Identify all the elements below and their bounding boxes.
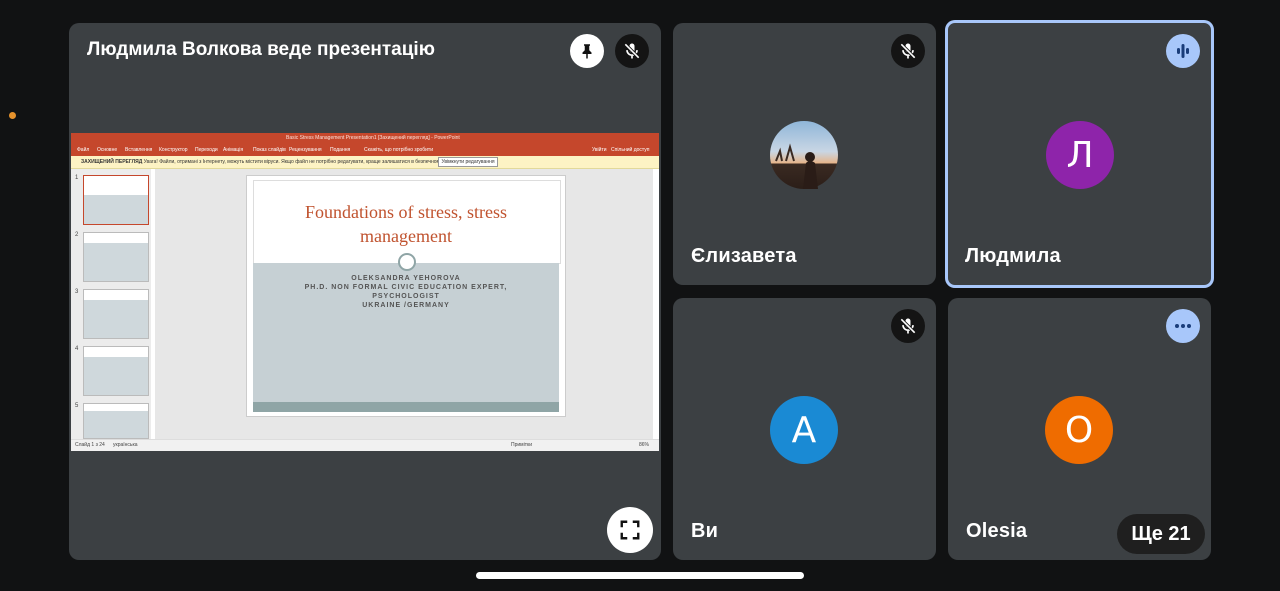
audio-level-icon <box>1177 44 1189 58</box>
silhouette-icon <box>775 143 818 189</box>
ppt-warning-label: ЗАХИЩЕНИЙ ПЕРЕГЛЯД <box>81 159 143 165</box>
ppt-language: українська <box>113 442 138 448</box>
subtitle-line: PH.D. NON FORMAL CIVIC EDUCATION EXPERT, <box>304 284 508 291</box>
participant-name: Єлизавета <box>691 245 797 267</box>
ppt-thumbnail-pane: 1 2 3 4 5 <box>71 169 151 439</box>
ppt-notes: Примітки <box>511 442 532 448</box>
ppt-warning-message: Увага! Файли, отримані з Інтернету, можу… <box>143 159 463 165</box>
slide-band <box>253 402 559 412</box>
slide-title: Foundations of stress, stress management <box>305 202 507 246</box>
ppt-ribbon-menu: Файл Основне Вставлення Конструктор Пере… <box>71 145 659 156</box>
fullscreen-icon <box>620 520 640 540</box>
participant-tile[interactable]: O Olesia Ще 21 <box>948 298 1211 560</box>
subtitle-line: PSYCHOLOGIST <box>372 293 440 300</box>
ppt-menu-item: Анімація <box>223 147 244 153</box>
thumb-number: 1 <box>75 175 79 181</box>
ppt-zoom: 86% <box>639 442 650 448</box>
thumb-number: 2 <box>75 232 79 238</box>
ppt-menu-item: Показ слайдів <box>253 147 286 153</box>
ppt-slide-canvas: Foundations of stress, stress management… <box>155 169 653 439</box>
ppt-warning-text: ЗАХИЩЕНИЙ ПЕРЕГЛЯД Увага! Файли, отриман… <box>81 159 463 165</box>
ppt-statusbar: Слайд 1 з 24 українська Примітки 86% <box>71 439 659 451</box>
participant-name: Людмила <box>965 245 1061 267</box>
ppt-titlebar: Basic Stress Management Presentation1 [З… <box>71 133 659 145</box>
participant-tile-self[interactable]: A Ви <box>673 298 936 560</box>
status-dot <box>9 112 16 119</box>
more-options-button[interactable] <box>1166 309 1200 343</box>
fullscreen-button[interactable] <box>607 507 653 553</box>
slide-thumbnail <box>83 175 149 225</box>
more-horiz-icon <box>1175 324 1191 328</box>
ppt-menu-item: Основне <box>97 147 118 153</box>
subtitle-line: UKRAINE /GERMANY <box>362 302 450 309</box>
presentation-tile[interactable]: Людмила Волкова веде презентацію Basic S… <box>69 23 661 560</box>
mic-off-icon <box>900 43 916 59</box>
slide-thumbnail <box>83 403 149 439</box>
ppt-menu-item: Рецензування <box>289 147 322 153</box>
ppt-menu-item: Подання <box>330 147 351 153</box>
avatar: Л <box>1046 121 1114 189</box>
ppt-search-hint: Скажіть, що потрібно зробити <box>364 147 433 153</box>
shared-screen: Basic Stress Management Presentation1 [З… <box>71 133 659 451</box>
ppt-enable-editing-button: Увімкнути редагування <box>438 157 498 167</box>
mic-off-indicator <box>891 309 925 343</box>
slide-thumbnail <box>83 289 149 339</box>
thumb-number: 5 <box>75 403 79 409</box>
thumb-number: 3 <box>75 289 79 295</box>
mic-off-indicator <box>615 34 649 68</box>
ppt-share: Спільний доступ <box>611 147 650 153</box>
avatar: O <box>1045 396 1113 464</box>
slide-thumbnail <box>83 346 149 396</box>
current-slide: Foundations of stress, stress management… <box>246 175 566 417</box>
avatar-photo <box>770 121 838 189</box>
avatar: A <box>770 396 838 464</box>
ppt-menu-item: Конструктор <box>159 147 188 153</box>
subtitle-line: OLEKSANDRA YEHOROVA <box>351 275 461 282</box>
mic-off-indicator <box>891 34 925 68</box>
slide-circle-ornament <box>398 253 416 271</box>
participant-name: Ви <box>691 520 719 542</box>
ppt-menu-item: Переходи <box>195 147 218 153</box>
ppt-window-title: Basic Stress Management Presentation1 [З… <box>286 135 460 141</box>
participant-name: Olesia <box>966 520 1028 542</box>
thumb-number: 4 <box>75 346 79 352</box>
more-participants-button[interactable]: Ще 21 <box>1117 514 1205 554</box>
ppt-slide-counter: Слайд 1 з 24 <box>75 442 105 448</box>
ppt-signin: Увійти <box>592 147 607 153</box>
mic-off-icon <box>900 318 916 334</box>
slide-subtitle: OLEKSANDRA YEHOROVA PH.D. NON FORMAL CIV… <box>257 274 555 310</box>
pin-button[interactable] <box>570 34 604 68</box>
home-indicator[interactable] <box>476 572 804 579</box>
participant-tile-active[interactable]: Л Людмила <box>945 20 1214 288</box>
pin-icon <box>582 44 592 59</box>
presenter-title: Людмила Волкова веде презентацію <box>87 39 435 60</box>
ppt-menu-item: Файл <box>77 147 90 153</box>
slide-thumbnail <box>83 232 149 282</box>
ppt-menu-item: Вставлення <box>125 147 153 153</box>
mic-off-icon <box>624 43 640 59</box>
ppt-protected-view-bar: ЗАХИЩЕНИЙ ПЕРЕГЛЯД Увага! Файли, отриман… <box>71 156 659 169</box>
speaking-indicator <box>1166 34 1200 68</box>
participant-tile[interactable]: Єлизавета <box>673 23 936 285</box>
